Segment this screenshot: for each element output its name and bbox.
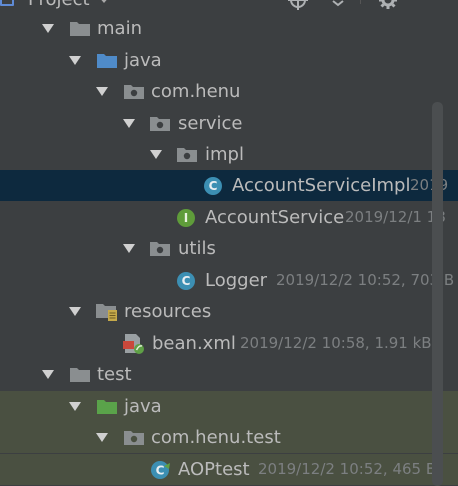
- test-source-folder-icon: [97, 400, 117, 414]
- expand-arrow-icon[interactable]: [42, 24, 54, 33]
- tree-node-label: java: [124, 50, 162, 71]
- resources-folder-icon: [96, 304, 117, 321]
- folder-icon: [70, 368, 90, 382]
- project-tool-window: Project: [0, 0, 458, 486]
- source-folder-icon: [97, 54, 117, 68]
- collapse-icon[interactable]: [326, 0, 350, 12]
- minimize-icon[interactable]: [418, 0, 442, 12]
- project-title[interactable]: Project: [28, 0, 90, 12]
- class-icon: C: [204, 177, 222, 195]
- tree-node-label: com.henu.test: [151, 427, 281, 448]
- tree-node-aoptest[interactable]: C AOPtest 2019/12/2 10:52, 465 B: [0, 454, 458, 485]
- tree-node-logger[interactable]: C Logger 2019/12/2 10:52, 703 B: [0, 265, 458, 296]
- test-class-icon: C: [151, 461, 170, 479]
- tree-node-label: service: [178, 113, 243, 134]
- interface-icon: I: [177, 209, 195, 227]
- tree-node-label: java: [124, 396, 162, 417]
- tree-node-label: Logger: [205, 270, 268, 291]
- expand-arrow-icon[interactable]: [123, 119, 135, 128]
- tree-node-java-test[interactable]: java: [0, 391, 458, 422]
- file-meta: 2019/12/2 10:58, 1.91 kB: [240, 334, 432, 352]
- tree-node-label: AccountServiceImpl: [232, 175, 411, 196]
- tree-node-label: com.henu: [151, 81, 241, 102]
- chevron-down-icon[interactable]: [98, 0, 110, 3]
- tree-node-java-main[interactable]: java: [0, 45, 458, 76]
- package-icon: [124, 85, 144, 99]
- svg-text:C: C: [156, 464, 165, 478]
- expand-arrow-icon[interactable]: [150, 150, 162, 159]
- file-meta: 2019/12/2 10:52, 465 B: [258, 460, 437, 478]
- tree-node-label: main: [97, 18, 142, 39]
- tree-node-bean-xml[interactable]: bean.xml 2019/12/2 10:58, 1.91 kB: [0, 328, 458, 359]
- tree-node-package-utils[interactable]: utils: [0, 233, 458, 264]
- tree-node-label: AOPtest: [178, 459, 250, 480]
- tree-node-label: utils: [178, 238, 216, 259]
- file-meta: 2019/12/1 18: [345, 208, 446, 226]
- tree-node-account-service[interactable]: I AccountService 2019/12/1 18: [0, 202, 458, 233]
- package-icon: [177, 148, 197, 162]
- tree-node-account-service-impl[interactable]: C AccountServiceImpl 2019: [0, 170, 458, 201]
- tree-node-main[interactable]: main: [0, 13, 458, 44]
- tree-node-package-com-henu-test[interactable]: com.henu.test: [0, 422, 458, 453]
- tree-node-label: impl: [205, 144, 244, 165]
- tree-node-package-service[interactable]: service: [0, 108, 458, 139]
- tree-node-test[interactable]: test: [0, 359, 458, 390]
- project-icon: [0, 0, 14, 6]
- package-icon: [124, 431, 144, 445]
- expand-arrow-icon[interactable]: [96, 433, 108, 442]
- tree-node-label: AccountService: [205, 207, 345, 228]
- tree-node-label: bean.xml: [152, 333, 236, 354]
- expand-arrow-icon[interactable]: [69, 307, 81, 316]
- expand-arrow-icon[interactable]: [123, 244, 135, 253]
- expand-arrow-icon[interactable]: [69, 56, 81, 65]
- file-meta: 2019/12/2 10:52, 703 B: [276, 271, 455, 289]
- expand-arrow-icon[interactable]: [96, 87, 108, 96]
- tree-node-label: resources: [124, 301, 212, 322]
- tree-node-label: test: [97, 364, 132, 385]
- package-icon: [150, 242, 170, 256]
- vertical-scrollbar[interactable]: [432, 102, 443, 486]
- toolbar-separator: [360, 0, 361, 4]
- package-icon: [150, 117, 170, 131]
- folder-icon: [70, 22, 90, 36]
- target-icon[interactable]: [286, 0, 310, 12]
- project-header: Project: [0, 0, 458, 12]
- tree-node-resources[interactable]: resources: [0, 296, 458, 327]
- expand-arrow-icon[interactable]: [69, 402, 81, 411]
- gear-icon[interactable]: [376, 0, 400, 12]
- spring-xml-icon: [123, 334, 144, 354]
- class-icon: C: [177, 272, 195, 290]
- tree-node-package-impl[interactable]: impl: [0, 139, 458, 170]
- tree-node-package-com-henu[interactable]: com.henu: [0, 76, 458, 107]
- expand-arrow-icon[interactable]: [42, 370, 54, 379]
